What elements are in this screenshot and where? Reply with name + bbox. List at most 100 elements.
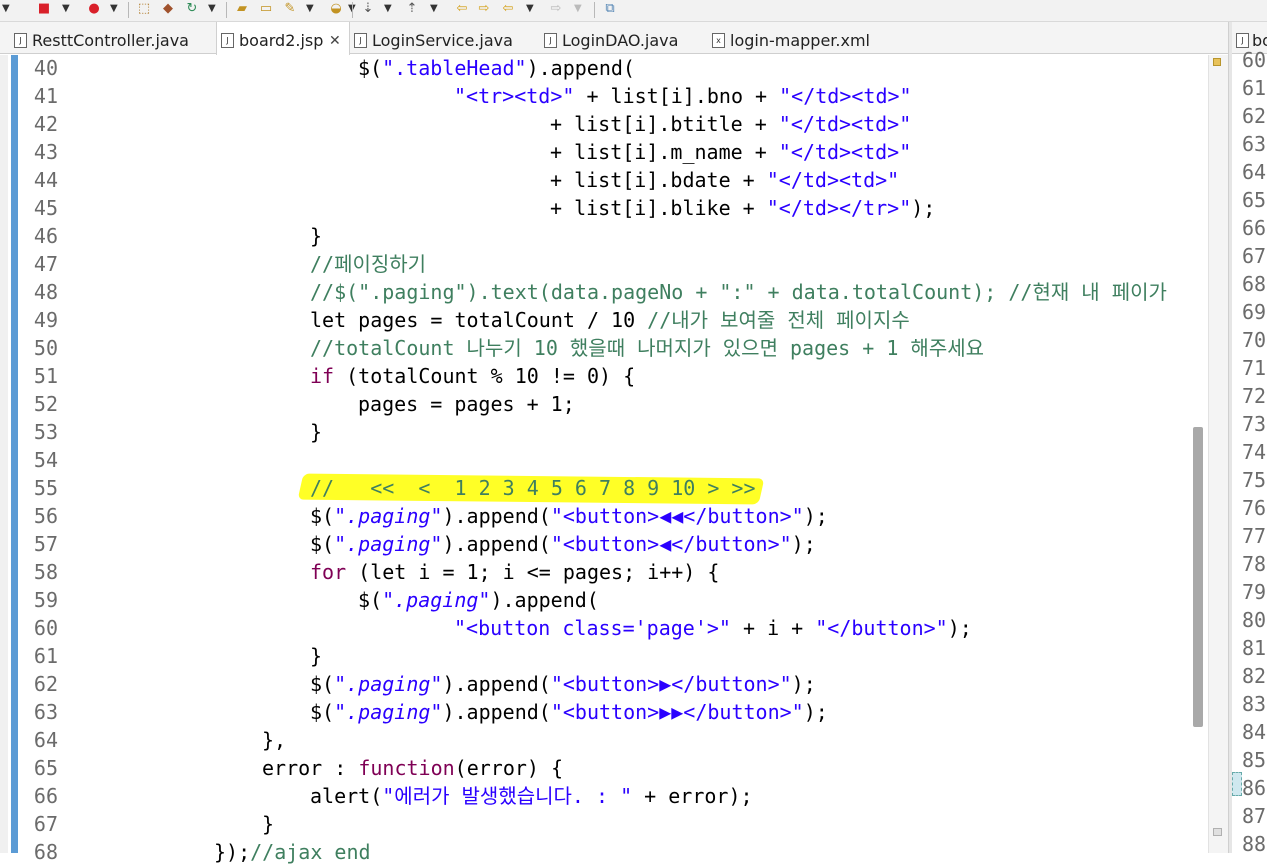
tab-label: board2.jsp	[239, 31, 324, 50]
tools-icon[interactable]: ✎	[282, 1, 298, 17]
line-number: 45	[33, 196, 58, 220]
tab-login-mapper[interactable]: x login-mapper.xml	[710, 22, 910, 54]
code-line-64[interactable]: },	[262, 726, 286, 754]
line-number: 85	[1242, 748, 1267, 772]
back-dropdown-icon[interactable]: ▼	[526, 3, 534, 15]
code-line-57[interactable]: $(".paging").append("<button>◀</button>"…	[310, 530, 816, 558]
prev-annotation-icon[interactable]: ⇡	[404, 1, 420, 17]
line-number: 59	[33, 588, 58, 612]
line-number: 41	[33, 84, 58, 108]
forward-icon[interactable]: ⇨	[476, 1, 492, 17]
tab-logindao[interactable]: J LoginDAO.java	[542, 22, 702, 54]
line-number: 62	[33, 672, 58, 696]
code-line-60[interactable]: "<button class='page'>" + i + "</button>…	[454, 614, 972, 642]
run-dropdown-icon[interactable]: ▼	[110, 3, 118, 15]
code-line-59[interactable]: $(".paging").append(	[358, 586, 599, 614]
code-line-45[interactable]: + list[i].blike + "</td></tr>");	[550, 194, 935, 222]
line-number: 67	[1242, 244, 1267, 268]
code-line-52[interactable]: pages = pages + 1;	[358, 390, 575, 418]
line-number: 51	[33, 364, 58, 388]
code-line-50[interactable]: //totalCount 나누기 10 했을때 나머지가 있으면 pages +…	[310, 334, 984, 362]
line-number: 58	[33, 560, 58, 584]
code-line-42[interactable]: + list[i].btitle + "</td><td>"	[550, 110, 911, 138]
code-line-41[interactable]: "<tr><td>" + list[i].bno + "</td><td>"	[454, 82, 912, 110]
code-line-43[interactable]: + list[i].m_name + "</td><td>"	[550, 138, 911, 166]
code-line-49[interactable]: let pages = totalCount / 10 //내가 보여줄 전체 …	[310, 306, 910, 334]
line-number: 68	[1242, 272, 1267, 296]
java-file-icon: J	[14, 33, 27, 48]
forward-arrow-icon[interactable]: ⇨	[548, 1, 564, 17]
tab-loginservice[interactable]: J LoginService.java	[352, 22, 537, 54]
tab-board2-jsp[interactable]: J board2.jsp ✕	[216, 22, 350, 55]
line-number: 66	[33, 784, 58, 808]
line-number: 50	[33, 336, 58, 360]
line-number: 60	[33, 616, 58, 640]
debug-dropdown-icon[interactable]: ▼	[2, 3, 10, 15]
code-line-46[interactable]: }	[310, 222, 322, 250]
code-line-66[interactable]: alert("에러가 발생했습니다. : " + error);	[310, 782, 753, 810]
line-number: 40	[33, 56, 58, 80]
next-annotation-icon[interactable]: ⇣	[360, 1, 376, 17]
toolbar-separator	[352, 2, 353, 18]
code-line-47[interactable]: //페이징하기	[310, 250, 426, 278]
code-line-40[interactable]: $(".tableHead").append(	[358, 54, 635, 82]
overview-ruler[interactable]	[1208, 55, 1228, 853]
line-number: 67	[33, 812, 58, 836]
editor-tab-bar: J ResttController.java J board2.jsp ✕ J …	[0, 22, 1228, 55]
code-line-56[interactable]: $(".paging").append("<button>◀◀</button>…	[310, 502, 828, 530]
jsp-file-icon: J	[221, 33, 234, 48]
line-number: 52	[33, 392, 58, 416]
line-number: 71	[1242, 356, 1267, 380]
line-number: 53	[33, 420, 58, 444]
perspective-icon[interactable]: ⧉	[602, 1, 618, 17]
vertical-scrollbar-thumb[interactable]	[1193, 427, 1203, 727]
prev-annotation-dropdown-icon[interactable]: ▼	[430, 3, 438, 15]
line-number: 77	[1242, 524, 1267, 548]
close-icon[interactable]: ✕	[329, 22, 341, 60]
back-icon[interactable]: ⇦	[454, 1, 470, 17]
code-line-51[interactable]: if (totalCount % 10 != 0) {	[310, 362, 635, 390]
code-line-62[interactable]: $(".paging").append("<button>▶</button>"…	[310, 670, 816, 698]
line-number: 44	[33, 168, 58, 192]
run-icon[interactable]: ●	[86, 1, 102, 17]
tools-dropdown-icon[interactable]: ▼	[306, 3, 314, 15]
line-number: 43	[33, 140, 58, 164]
code-line-53[interactable]: }	[310, 418, 322, 446]
current-line-marker	[1232, 772, 1242, 796]
line-number: 78	[1242, 552, 1267, 576]
toolbar-separator	[226, 2, 227, 18]
code-line-67[interactable]: }	[262, 810, 274, 838]
forward-dropdown-icon[interactable]: ▼	[574, 3, 582, 15]
open-type-icon[interactable]: ⬚	[136, 1, 152, 17]
tab-resttcontroller[interactable]: J ResttController.java	[12, 22, 212, 54]
next-annotation-dropdown-icon[interactable]: ▼	[384, 3, 392, 15]
code-line-68[interactable]: });//ajax end	[214, 838, 371, 866]
line-number: 54	[33, 448, 58, 472]
line-number: 80	[1242, 608, 1267, 632]
code-line-61[interactable]: }	[310, 642, 322, 670]
code-line-55[interactable]: // << < 1 2 3 4 5 6 7 8 9 10 > >>	[310, 474, 756, 502]
code-line-44[interactable]: + list[i].bdate + "</td><td>"	[550, 166, 899, 194]
refresh-dropdown-icon[interactable]: ▼	[208, 3, 216, 15]
new-class-icon[interactable]: ◆	[160, 1, 176, 17]
code-line-63[interactable]: $(".paging").append("<button>▶▶</button>…	[310, 698, 828, 726]
code-line-48[interactable]: //$(".paging").text(data.pageNo + ":" + …	[310, 278, 1167, 306]
line-number: 74	[1242, 440, 1267, 464]
back-arrow-icon[interactable]: ⇦	[500, 1, 516, 17]
xml-file-icon: x	[712, 33, 725, 48]
stop-icon[interactable]: ■	[36, 1, 52, 17]
toolbar-separator	[594, 2, 595, 18]
code-line-65[interactable]: error : function(error) {	[262, 754, 563, 782]
warning-marker-icon[interactable]	[1213, 58, 1221, 66]
open-icon[interactable]: ▰	[234, 1, 250, 17]
refresh-icon[interactable]: ↻	[184, 1, 200, 17]
line-number: 73	[1242, 412, 1267, 436]
stop-dropdown-icon[interactable]: ▼	[62, 3, 70, 15]
task-icon[interactable]: ◒	[328, 1, 344, 17]
tab-label: login-mapper.xml	[730, 31, 870, 50]
overview-marker-icon[interactable]	[1213, 828, 1222, 836]
code-line-58[interactable]: for (let i = 1; i <= pages; i++) {	[310, 558, 719, 586]
line-number: 87	[1242, 804, 1267, 828]
folder-icon[interactable]: ▭	[258, 1, 274, 17]
line-number: 57	[33, 532, 58, 556]
